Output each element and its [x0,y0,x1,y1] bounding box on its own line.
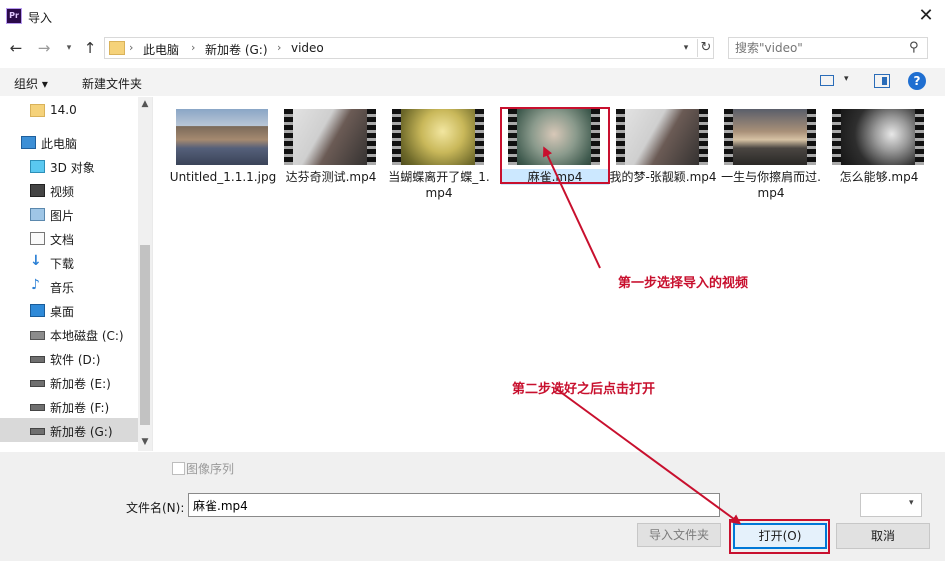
drive-icon [30,428,45,435]
film-strip-icon [832,109,841,165]
title-bar: Pr 导入 ✕ [0,0,945,32]
sidebar-item-this-pc[interactable]: 此电脑 [0,130,138,154]
desktop-icon [30,304,45,317]
back-arrow-icon[interactable]: ← [6,38,26,58]
film-strip-icon [616,109,625,165]
drive-icon [30,356,45,363]
breadcrumb-chevron-icon: › [191,41,196,54]
chevron-down-icon: ▾ [909,498,914,508]
organize-button[interactable]: 组织 ▾ [14,75,48,92]
change-view-icon[interactable] [820,75,834,86]
film-strip-icon [915,109,924,165]
search-box[interactable]: ⚲ [728,37,928,59]
system-drive-icon [30,331,45,340]
video-thumbnail [284,109,376,165]
sidebar-item-drive-f[interactable]: 新加卷 (F:) [0,394,138,418]
drive-icon [30,404,45,411]
filename-field[interactable] [188,493,720,517]
sidebar-item-downloads[interactable]: ↓ 下载 [0,250,138,274]
up-arrow-icon[interactable]: ↑ [80,38,100,58]
video-thumbnail [724,109,816,165]
annotation-highlight-box [729,519,830,554]
forward-arrow-icon[interactable]: → [34,38,54,58]
address-bar[interactable]: › 此电脑 › 新加卷 (G:) › video ▾ ↻ [104,37,714,59]
folder-icon [109,41,125,55]
refresh-icon[interactable]: ↻ [697,39,714,57]
film-strip-icon [475,109,484,165]
recent-locations-chevron-icon[interactable]: ▾ [62,38,76,58]
breadcrumb-drive-g[interactable]: 新加卷 (G:) [205,41,268,58]
search-icon[interactable]: ⚲ [909,40,919,55]
breadcrumb-video[interactable]: video [291,41,324,55]
preview-pane-icon[interactable] [874,74,890,88]
image-thumbnail [176,109,268,165]
filename-label: 文件名(N): [126,501,185,515]
drive-icon [30,380,45,387]
folder-icon [30,104,45,117]
window-title: 导入 [28,11,53,25]
pictures-folder-icon [30,208,45,221]
command-bar: 组织 ▾ 新建文件夹 ▾ ? [0,68,945,96]
breadcrumb-this-pc[interactable]: 此电脑 [143,41,179,58]
sidebar-item-14-0[interactable]: 14.0 [0,98,138,122]
annotation-step2-text: 第二步选好之后点击打开 [512,382,656,397]
film-strip-icon [284,109,293,165]
sidebar-item-drive-e[interactable]: 新加卷 (E:) [0,370,138,394]
file-type-select[interactable]: ▾ [860,493,922,517]
navigation-pane: 14.0 此电脑 3D 对象 视频 图片 文档 ↓ 下载 ♪ 音乐 桌面 本地磁… [0,97,153,451]
annotation-step1-text: 第一步选择导入的视频 [618,276,749,291]
video-folder-icon [30,184,45,197]
address-dropdown-icon[interactable]: ▾ [679,40,693,56]
scroll-up-icon[interactable]: ▲ [138,99,152,109]
video-thumbnail [616,109,708,165]
computer-icon [21,136,36,149]
help-icon[interactable]: ? [908,72,926,90]
video-thumbnail [832,109,924,165]
video-thumbnail [392,109,484,165]
premiere-app-icon: Pr [6,8,22,24]
bottom-panel: 图像序列 文件名(N): ▾ 导入文件夹 打开(O) 取消 [0,452,945,561]
image-sequence-checkbox[interactable] [172,462,185,475]
scroll-down-icon[interactable]: ▼ [138,437,152,447]
view-dropdown-icon[interactable]: ▾ [844,74,849,84]
sidebar-item-pictures[interactable]: 图片 [0,202,138,226]
sidebar-item-music[interactable]: ♪ 音乐 [0,274,138,298]
download-arrow-icon: ↓ [30,253,42,269]
new-folder-button[interactable]: 新建文件夹 [82,75,142,92]
sidebar-item-videos[interactable]: 视频 [0,178,138,202]
sidebar-item-desktop[interactable]: 桌面 [0,298,138,322]
scrollbar-thumb[interactable] [140,245,150,425]
annotation-highlight-box [500,107,610,184]
sidebar-item-drive-g[interactable]: 新加卷 (G:) [0,418,138,442]
sidebar-item-drive-d[interactable]: 软件 (D:) [0,346,138,370]
cancel-button[interactable]: 取消 [836,523,930,549]
film-strip-icon [392,109,401,165]
film-strip-icon [724,109,733,165]
music-note-icon: ♪ [31,277,40,293]
sidebar-item-3d-objects[interactable]: 3D 对象 [0,154,138,178]
film-strip-icon [699,109,708,165]
sidebar-item-documents[interactable]: 文档 [0,226,138,250]
documents-folder-icon [30,232,45,245]
sidebar-item-drive-c[interactable]: 本地磁盘 (C:) [0,322,138,346]
image-sequence-label: 图像序列 [186,462,235,476]
import-folder-button[interactable]: 导入文件夹 [637,523,721,547]
breadcrumb-chevron-icon: › [277,41,282,54]
film-strip-icon [367,109,376,165]
film-strip-icon [807,109,816,165]
3d-objects-icon [30,160,45,173]
breadcrumb-chevron-icon: › [129,41,134,54]
close-icon[interactable]: ✕ [915,5,937,27]
search-input[interactable] [735,40,900,56]
